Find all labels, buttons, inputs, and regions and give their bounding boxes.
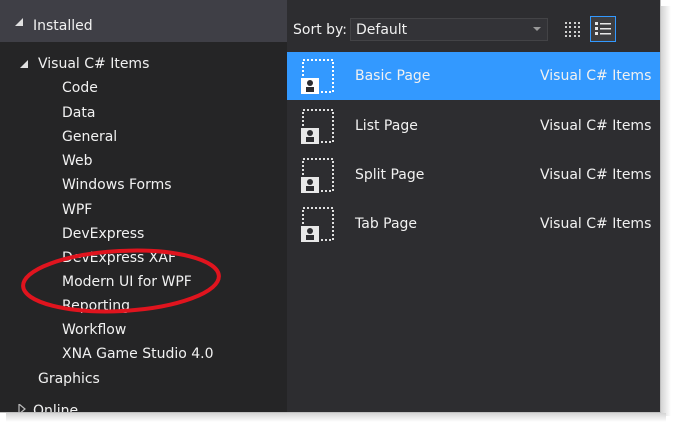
tree-item-code[interactable]: Code <box>62 79 98 97</box>
red-annotation-ellipse <box>21 248 221 314</box>
template-language: Visual C# Items <box>540 216 652 232</box>
template-name: Split Page <box>355 167 425 183</box>
tree-item-label: Online <box>33 403 79 413</box>
template-row-basic-page[interactable]: Basic Page Visual C# Items <box>287 52 660 100</box>
tree-item-label: Visual C# Items <box>38 56 150 72</box>
sort-by-label: Sort by: <box>293 22 348 38</box>
add-new-item-dialog: Installed Visual C# Items Code Data Gene… <box>0 0 661 413</box>
tree-item-wpf[interactable]: WPF <box>62 201 92 219</box>
list-view-button[interactable] <box>590 16 616 42</box>
tree-item-general[interactable]: General <box>62 128 117 146</box>
small-icons-view-button[interactable] <box>559 16 585 42</box>
expand-triangle-icon <box>20 60 28 68</box>
frame-shadow-bottom <box>6 413 666 422</box>
template-language: Visual C# Items <box>540 118 652 134</box>
installed-label: Installed <box>33 18 93 34</box>
template-language: Visual C# Items <box>540 68 652 84</box>
template-list-panel: Sort by: Default Basic Page Visual C# It… <box>287 0 660 412</box>
template-name: Basic Page <box>355 68 431 84</box>
template-name: List Page <box>355 118 418 134</box>
template-row-tab-page[interactable]: Tab Page Visual C# Items <box>287 200 660 248</box>
grid-view-icon <box>565 22 580 37</box>
sort-by-value: Default <box>356 22 408 38</box>
template-row-list-page[interactable]: List Page Visual C# Items <box>287 102 660 150</box>
installed-header[interactable]: Installed <box>0 0 287 42</box>
tree-item-devexpress[interactable]: DevExpress <box>62 225 144 243</box>
expand-triangle-icon <box>15 18 23 26</box>
tree-item-workflow[interactable]: Workflow <box>62 321 126 339</box>
collapsed-triangle-icon <box>18 404 26 412</box>
page-template-icon <box>301 109 334 144</box>
tree-item-data[interactable]: Data <box>62 104 95 122</box>
sort-by-dropdown[interactable]: Default <box>350 18 548 41</box>
page-template-icon <box>301 59 334 94</box>
template-row-split-page[interactable]: Split Page Visual C# Items <box>287 151 660 199</box>
tree-item-xna-game-studio[interactable]: XNA Game Studio 4.0 <box>62 345 214 363</box>
tree-item-web[interactable]: Web <box>62 152 93 170</box>
template-tree-panel: Installed Visual C# Items Code Data Gene… <box>0 0 287 412</box>
page-template-icon <box>301 158 334 193</box>
list-view-icon <box>595 22 611 35</box>
frame-shadow-right <box>661 6 671 416</box>
tree-item-graphics[interactable]: Graphics <box>38 370 100 388</box>
template-language: Visual C# Items <box>540 167 652 183</box>
template-name: Tab Page <box>355 216 418 232</box>
page-template-icon <box>301 207 334 242</box>
dropdown-arrow-icon <box>533 27 541 31</box>
tree-item-windows-forms[interactable]: Windows Forms <box>62 176 172 194</box>
